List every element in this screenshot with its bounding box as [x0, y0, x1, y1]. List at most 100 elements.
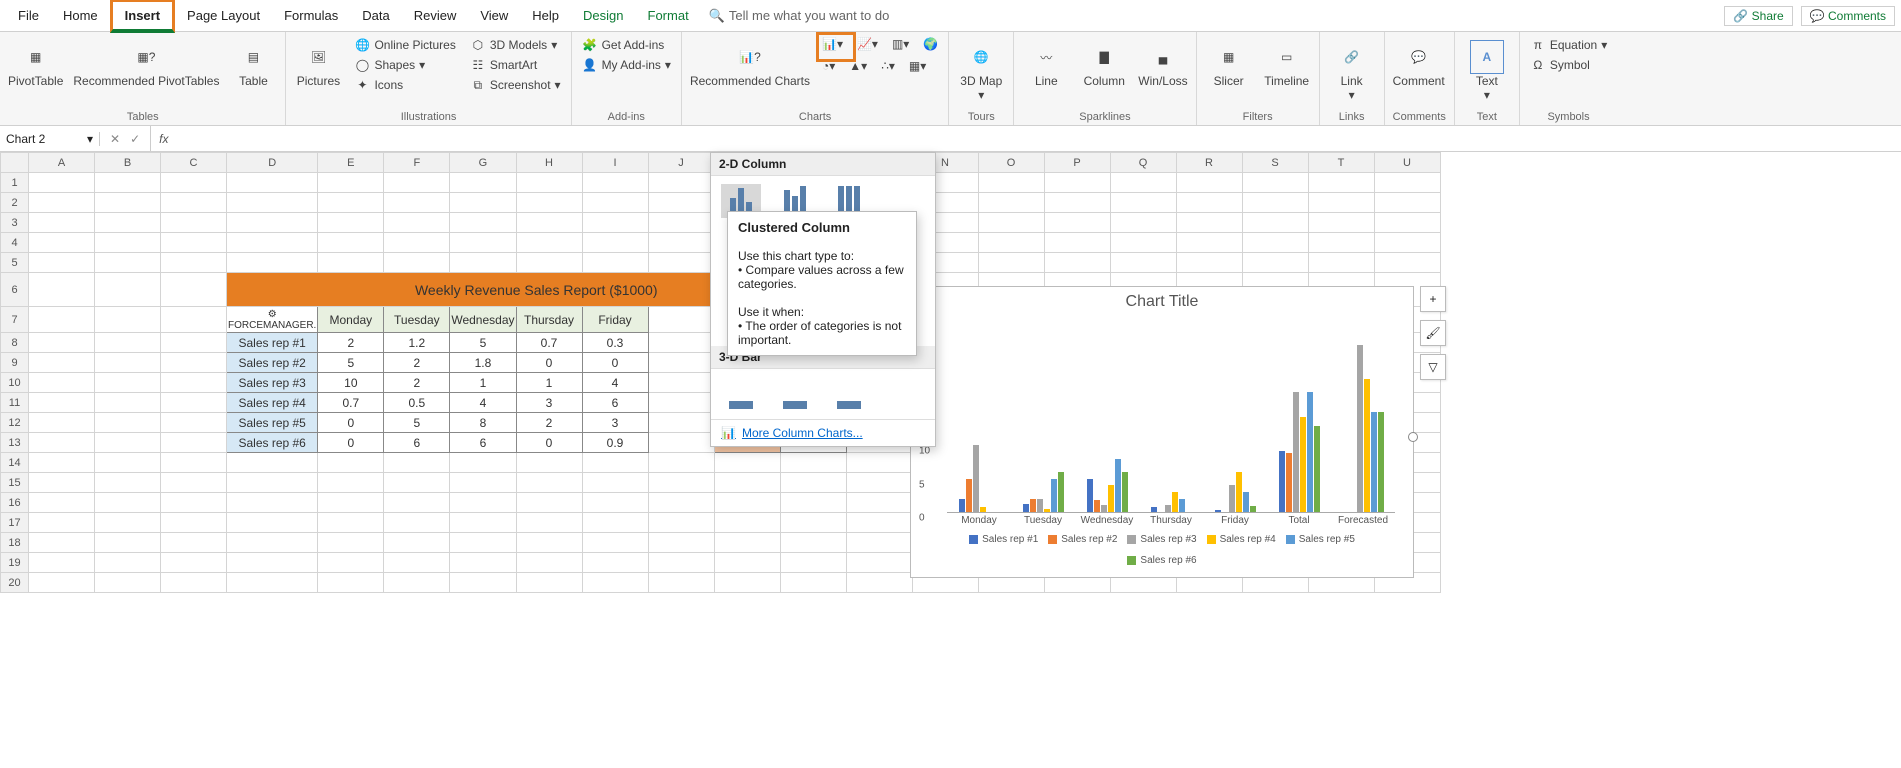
col-header[interactable]: R	[1176, 153, 1242, 173]
tab-page-layout[interactable]: Page Layout	[175, 2, 272, 29]
cell[interactable]	[1044, 193, 1110, 213]
cell[interactable]	[29, 193, 95, 213]
column-chart-button[interactable]: 📊▾	[820, 36, 845, 52]
col-header[interactable]: U	[1374, 153, 1440, 173]
3d-stacked-bar-option[interactable]	[775, 377, 815, 411]
3d-map-button[interactable]: 🌐3D Map▾	[957, 36, 1005, 102]
cell[interactable]	[1110, 193, 1176, 213]
cell[interactable]	[648, 473, 714, 493]
col-header[interactable]: T	[1308, 153, 1374, 173]
cell[interactable]	[450, 173, 516, 193]
cell[interactable]	[29, 393, 95, 413]
cell[interactable]	[846, 533, 912, 553]
cell[interactable]	[29, 413, 95, 433]
cell[interactable]	[95, 453, 161, 473]
cell[interactable]	[1242, 213, 1308, 233]
tab-format[interactable]: Format	[636, 2, 701, 29]
3d-models-button[interactable]: ⬡3D Models ▾	[468, 36, 563, 54]
cell[interactable]	[450, 493, 516, 513]
row-header[interactable]: 17	[1, 513, 29, 533]
cell[interactable]	[1242, 233, 1308, 253]
cell[interactable]	[161, 333, 227, 353]
col-header[interactable]: O	[978, 153, 1044, 173]
cell[interactable]	[29, 253, 95, 273]
3d-clustered-bar-option[interactable]	[721, 377, 761, 411]
row-header[interactable]: 13	[1, 433, 29, 453]
cell[interactable]	[95, 233, 161, 253]
cell[interactable]	[780, 473, 846, 493]
line-chart-button[interactable]: 📈▾	[855, 36, 880, 52]
cell[interactable]	[161, 193, 227, 213]
link-button[interactable]: 🔗Link▾	[1328, 36, 1376, 102]
row-header[interactable]: 4	[1, 233, 29, 253]
cell[interactable]	[227, 253, 318, 273]
cell[interactable]	[161, 433, 227, 453]
cell[interactable]	[1308, 173, 1374, 193]
cell[interactable]	[95, 307, 161, 333]
cell[interactable]	[29, 233, 95, 253]
row-header[interactable]: 11	[1, 393, 29, 413]
get-addins-button[interactable]: 🧩Get Add-ins	[580, 36, 673, 54]
cell[interactable]	[516, 193, 582, 213]
cell[interactable]	[450, 193, 516, 213]
cell[interactable]	[227, 193, 318, 213]
cell[interactable]	[318, 473, 384, 493]
cell[interactable]: 5	[450, 333, 516, 353]
cell[interactable]	[95, 193, 161, 213]
cell[interactable]: 0	[318, 433, 384, 453]
chart-title[interactable]: Chart Title	[911, 287, 1413, 313]
cell[interactable]	[516, 513, 582, 533]
cell[interactable]	[780, 573, 846, 593]
pivottable-button[interactable]: ▦PivotTable	[8, 36, 63, 88]
cell[interactable]	[648, 433, 714, 453]
cell[interactable]	[384, 213, 450, 233]
row-header[interactable]: 1	[1, 173, 29, 193]
cell[interactable]	[29, 173, 95, 193]
cell[interactable]	[714, 513, 780, 533]
cell[interactable]	[318, 233, 384, 253]
sparkline-column-button[interactable]: ▇Column	[1080, 36, 1128, 88]
cell[interactable]	[318, 513, 384, 533]
cell[interactable]	[318, 213, 384, 233]
cell[interactable]	[95, 433, 161, 453]
cell[interactable]	[648, 213, 714, 233]
cell[interactable]	[227, 173, 318, 193]
cell[interactable]	[648, 453, 714, 473]
tab-help[interactable]: Help	[520, 2, 571, 29]
cell[interactable]	[227, 233, 318, 253]
cell[interactable]	[29, 493, 95, 513]
symbol-button[interactable]: ΩSymbol	[1528, 56, 1609, 74]
cell[interactable]: Wednesday	[450, 307, 516, 333]
cell[interactable]	[29, 513, 95, 533]
tell-me-search[interactable]: 🔍 Tell me what you want to do	[701, 8, 890, 24]
chart-filters-button[interactable]: ▽	[1420, 354, 1446, 380]
pivot-chart-button[interactable]: ▦▾	[907, 58, 928, 74]
tab-insert[interactable]: Insert	[110, 0, 175, 33]
cell[interactable]	[846, 513, 912, 533]
cell[interactable]	[1308, 253, 1374, 273]
enter-icon[interactable]: ✓	[130, 132, 140, 146]
cell[interactable]	[1176, 173, 1242, 193]
row-header[interactable]: 18	[1, 533, 29, 553]
cell[interactable]	[29, 333, 95, 353]
cell[interactable]	[1176, 193, 1242, 213]
text-button[interactable]: AText▾	[1463, 36, 1511, 102]
cell[interactable]	[384, 233, 450, 253]
cell[interactable]	[318, 553, 384, 573]
cell[interactable]	[1374, 233, 1440, 253]
cell[interactable]	[29, 453, 95, 473]
cell[interactable]	[227, 473, 318, 493]
row-header[interactable]: 6	[1, 273, 29, 307]
cell[interactable]	[978, 253, 1044, 273]
cell[interactable]	[582, 573, 648, 593]
cell[interactable]	[29, 307, 95, 333]
col-header[interactable]: J	[648, 153, 714, 173]
tab-view[interactable]: View	[468, 2, 520, 29]
cell[interactable]: 1	[450, 373, 516, 393]
col-header[interactable]: P	[1044, 153, 1110, 173]
cell[interactable]	[648, 493, 714, 513]
cell[interactable]	[29, 533, 95, 553]
cell[interactable]	[516, 553, 582, 573]
screenshot-button[interactable]: ⧉Screenshot ▾	[468, 76, 563, 94]
cell[interactable]: Thursday	[516, 307, 582, 333]
